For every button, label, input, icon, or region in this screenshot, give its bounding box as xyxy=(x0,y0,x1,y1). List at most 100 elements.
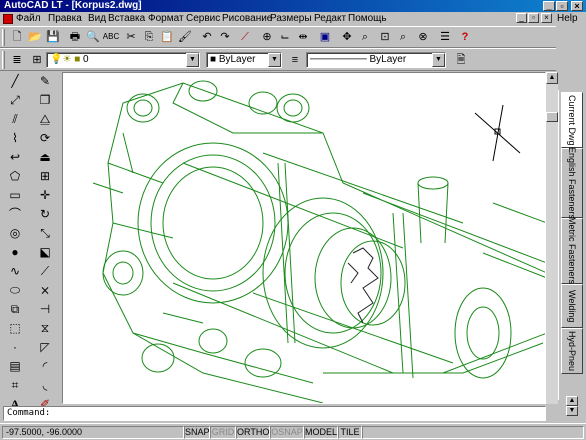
paste-icon[interactable]: 📋 xyxy=(158,28,176,46)
drawing-canvas[interactable] xyxy=(62,72,546,404)
offset-icon[interactable]: ⟳ xyxy=(36,129,54,147)
spellcheck-icon[interactable]: ABC xyxy=(102,28,120,46)
layers-icon[interactable]: ≣ xyxy=(8,51,26,69)
grid-toggle[interactable]: GRID xyxy=(210,426,236,439)
fillet-round-icon[interactable]: ◟ xyxy=(36,376,54,394)
move-icon[interactable]: ✛ xyxy=(36,186,54,204)
properties-icon[interactable]: ☰ xyxy=(436,28,454,46)
lengthen-icon[interactable]: ⟋ xyxy=(36,262,54,280)
chevron-down-icon[interactable]: ▼ xyxy=(432,53,445,67)
tab-english-fasteners[interactable]: English Fasteners xyxy=(561,147,583,219)
make-current-layer-icon[interactable]: ⊞ xyxy=(28,51,46,69)
double-line-icon[interactable]: ⫽ xyxy=(6,110,24,128)
redo-icon[interactable]: ↷ xyxy=(216,28,234,46)
document-icon[interactable] xyxy=(3,14,13,24)
donut-icon[interactable]: ● xyxy=(6,243,24,261)
menu-help[interactable]: Help xyxy=(557,12,578,26)
minimize-button[interactable]: _ xyxy=(543,1,555,11)
make-block-icon[interactable]: ⬚ xyxy=(6,319,24,337)
linetype-select[interactable]: ──────── ByLayer ▼ xyxy=(306,52,446,68)
undo-icon[interactable]: ↶ xyxy=(198,28,216,46)
chevron-down-icon[interactable]: ▼ xyxy=(186,53,199,67)
tab-metric-fasteners[interactable]: Metric Fasteners xyxy=(561,217,583,285)
close-button[interactable]: × xyxy=(571,1,583,11)
rotate-icon[interactable]: ↻ xyxy=(36,205,54,223)
layer-select[interactable]: 💡☀ ■ 0 ▼ xyxy=(46,52,200,68)
vertical-scrollbar[interactable]: ▲ xyxy=(546,72,558,404)
copy-icon[interactable]: ⎘ xyxy=(140,28,158,46)
aerial-view-icon[interactable]: ⊗ xyxy=(414,28,432,46)
osnap-toggle[interactable]: OSNAP xyxy=(270,426,304,439)
scale-icon[interactable]: ⤡ xyxy=(36,224,54,242)
menu-file[interactable]: Файл xyxy=(16,13,41,25)
command-scroll-up[interactable]: ▲ xyxy=(566,396,578,406)
print-preview-icon[interactable]: 🔍 xyxy=(84,28,102,46)
zoom-window-icon[interactable]: ⊡ xyxy=(376,28,394,46)
toolbar-grip[interactable] xyxy=(2,29,5,46)
zoom-realtime-icon[interactable]: ⌕ xyxy=(356,28,374,46)
region-icon[interactable]: ⌗ xyxy=(6,376,24,394)
cut-icon[interactable]: ✂ xyxy=(122,28,140,46)
coordinate-readout[interactable]: -97.5000, -96.0000 xyxy=(2,426,184,439)
circle-icon[interactable]: ◎ xyxy=(6,224,24,242)
chamfer-icon[interactable]: ◸ xyxy=(36,338,54,356)
spline-icon[interactable]: ∿ xyxy=(6,262,24,280)
menu-draw[interactable]: Рисование xyxy=(222,13,272,25)
doc-minimize-button[interactable]: _ xyxy=(516,13,527,23)
construction-line-icon[interactable]: ⤢ xyxy=(6,91,24,109)
menu-tools[interactable]: Сервис xyxy=(186,13,220,25)
pan-icon[interactable]: ✥ xyxy=(338,28,356,46)
hatch-icon[interactable]: ▤ xyxy=(6,357,24,375)
ucs-icon[interactable]: ⌙ xyxy=(276,28,294,46)
menu-format[interactable]: Формат xyxy=(148,13,184,25)
copy-object-icon[interactable]: ❐ xyxy=(36,91,54,109)
erase-icon[interactable]: ✎ xyxy=(36,72,54,90)
help-icon[interactable]: ? xyxy=(456,28,474,46)
zoom-previous-icon[interactable]: ⌕ xyxy=(394,28,412,46)
print-icon[interactable]: 🖶 xyxy=(66,28,84,46)
rect-icon[interactable]: ▭ xyxy=(6,186,24,204)
open-icon[interactable]: 📂 xyxy=(26,28,44,46)
scroll-up-button[interactable]: ▲ xyxy=(546,72,558,84)
snap-toggle[interactable]: SNAP xyxy=(184,426,210,439)
command-line[interactable]: Command: xyxy=(3,406,546,421)
arc-icon[interactable]: ⌒ xyxy=(6,205,24,223)
ortho-toggle[interactable]: ORTHO xyxy=(236,426,270,439)
polyline-icon[interactable]: ⌇ xyxy=(6,129,24,147)
stretch-icon[interactable]: ⬕ xyxy=(36,243,54,261)
menu-edit[interactable]: Правка xyxy=(48,13,82,25)
rectangle-icon[interactable]: ↩ xyxy=(6,148,24,166)
array-grid-icon[interactable]: ⊞ xyxy=(36,167,54,185)
point-icon[interactable]: · xyxy=(6,338,24,356)
tile-toggle[interactable]: TILE xyxy=(338,426,362,439)
polygon-icon[interactable]: ⬠ xyxy=(6,167,24,185)
match-properties-icon[interactable]: 🖌 xyxy=(176,28,194,46)
model-toggle[interactable]: MODEL xyxy=(304,426,338,439)
tab-hyd-pneu[interactable]: Hyd-Pneu xyxy=(561,328,583,374)
properties-icon[interactable]: 🗎 xyxy=(452,51,470,69)
ellipse-icon[interactable]: ⬭ xyxy=(6,281,24,299)
new-icon[interactable]: 🗋 xyxy=(8,28,26,46)
doc-restore-button[interactable]: ▫ xyxy=(528,13,539,23)
line-icon[interactable]: ╱ xyxy=(6,72,24,90)
color-select[interactable]: ■ ByLayer ▼ xyxy=(206,52,282,68)
menu-dimension[interactable]: Размеры xyxy=(270,13,312,25)
linetype-icon[interactable]: ≡ xyxy=(286,51,304,69)
snap-from-icon[interactable]: ⟋ xyxy=(236,28,254,46)
chevron-down-icon[interactable]: ▼ xyxy=(268,53,281,67)
object-snap-icon[interactable]: ⊕ xyxy=(258,28,276,46)
tab-welding[interactable]: Welding xyxy=(561,284,583,328)
toolbar-grip[interactable] xyxy=(2,51,5,69)
array-icon[interactable]: ⏏ xyxy=(36,148,54,166)
fillet-icon[interactable]: ◜ xyxy=(36,357,54,375)
command-scroll-down[interactable]: ▼ xyxy=(566,406,578,416)
doc-close-button[interactable]: × xyxy=(541,13,552,23)
maximize-button[interactable]: ▫ xyxy=(556,1,568,11)
save-icon[interactable]: 💾 xyxy=(44,28,62,46)
scroll-thumb[interactable] xyxy=(546,112,558,122)
redraw-icon[interactable]: ▣ xyxy=(316,28,334,46)
menu-modify[interactable]: Редакт xyxy=(314,13,346,25)
tab-current-dwg[interactable]: Current Dwg xyxy=(561,92,583,148)
menu-insert[interactable]: Вставка xyxy=(108,13,145,25)
mirror-icon[interactable]: ⧋ xyxy=(36,110,54,128)
